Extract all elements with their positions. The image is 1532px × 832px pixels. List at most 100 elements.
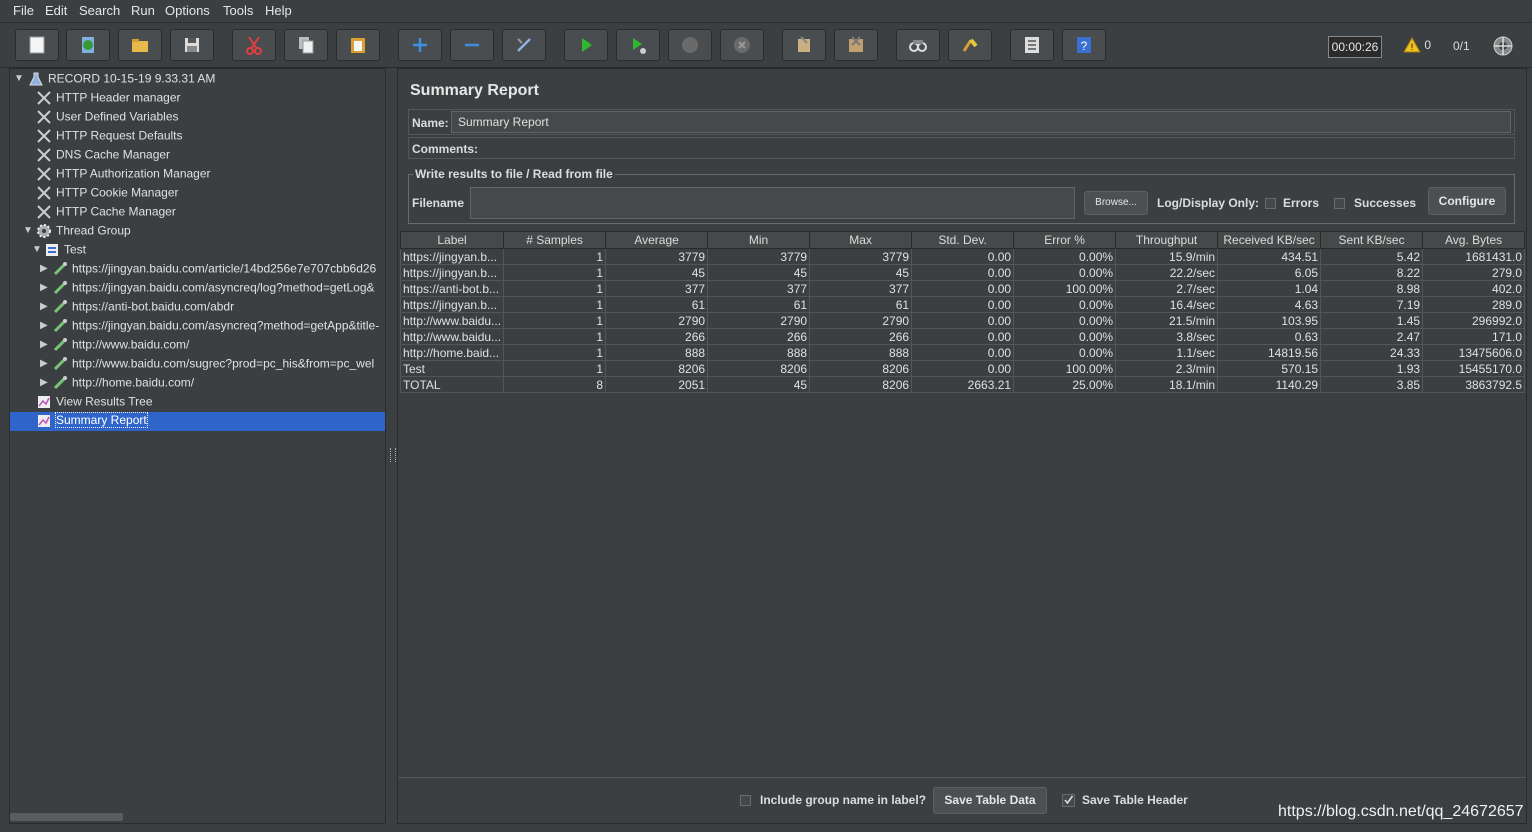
menu-search[interactable]: Search [79, 3, 120, 18]
tree-node-listener-selected[interactable]: Summary Report [36, 411, 148, 430]
collapse-arrow-icon[interactable]: ▼ [23, 225, 33, 236]
column-header[interactable]: Label [399, 231, 505, 249]
column-header[interactable]: Sent KB/sec [1320, 231, 1424, 249]
table-row[interactable]: https://jingyan.b... 1 3779 3779 3779 0.00 0.0… [399, 248, 1526, 265]
menu-options[interactable]: Options [165, 3, 210, 18]
table-cell: 24.33 [1320, 344, 1424, 361]
copy-button[interactable] [284, 29, 328, 61]
column-header[interactable]: Average [605, 231, 709, 249]
tree-node-listener[interactable]: View Results Tree [36, 392, 153, 411]
paste-button[interactable] [336, 29, 380, 61]
start-no-pauses-button[interactable] [616, 29, 660, 61]
tree-node-sampler[interactable]: https://jingyan.baidu.com/asyncreq?metho… [52, 316, 379, 335]
shutdown-button[interactable] [720, 29, 764, 61]
tree-node-root[interactable]: RECORD 10-15-19 9.33.31 AM [28, 69, 215, 88]
save-table-header-checkbox[interactable] [1062, 794, 1075, 807]
tree-node-config[interactable]: HTTP Request Defaults [36, 126, 183, 145]
tree-node-sampler[interactable]: http://www.baidu.com/ [52, 335, 189, 354]
collapse-arrow-icon[interactable]: ▼ [14, 73, 24, 84]
column-header[interactable]: Avg. Bytes [1422, 231, 1526, 249]
pipette-icon [53, 280, 67, 294]
warning-indicator[interactable]: ! 0 [1403, 36, 1431, 53]
split-pane-divider[interactable] [387, 68, 397, 824]
function-helper-button[interactable] [1010, 29, 1054, 61]
column-header[interactable]: Max [809, 231, 913, 249]
expand-arrow-icon[interactable]: ▶ [40, 358, 48, 369]
help-button[interactable]: ? [1062, 29, 1106, 61]
table-cell: 0.63 [1217, 328, 1322, 345]
name-input[interactable]: Summary Report [451, 111, 1511, 133]
save-button[interactable] [170, 29, 214, 61]
cut-button[interactable] [232, 29, 276, 61]
tree-node-label: HTTP Cache Manager [56, 204, 176, 219]
stop-button[interactable] [668, 29, 712, 61]
expand-arrow-icon[interactable]: ▶ [40, 263, 48, 274]
expand-all-button[interactable] [398, 29, 442, 61]
column-header[interactable]: Throughput [1115, 231, 1219, 249]
templates-button[interactable] [66, 29, 110, 61]
column-header[interactable]: Std. Dev. [911, 231, 1015, 249]
save-table-data-button[interactable]: Save Table Data [933, 787, 1047, 814]
column-header[interactable]: Min [707, 231, 811, 249]
table-row[interactable]: http://www.baidu... 1 266 266 266 0.00 0.00% 3.… [399, 328, 1526, 345]
clear-button[interactable] [782, 29, 826, 61]
tree-node-sampler[interactable]: https://jingyan.baidu.com/asyncreq/log?m… [52, 278, 375, 297]
tree-node-config[interactable]: HTTP Cache Manager [36, 202, 176, 221]
tree-node-sampler[interactable]: http://www.baidu.com/sugrec?prod=pc_his&… [52, 354, 374, 373]
comments-row[interactable]: Comments: [408, 137, 1515, 159]
tree-node-config[interactable]: DNS Cache Manager [36, 145, 170, 164]
tree-node-label: https://anti-bot.baidu.com/abdr [72, 299, 235, 314]
menu-edit[interactable]: Edit [45, 3, 67, 18]
expand-arrow-icon[interactable]: ▶ [40, 339, 48, 350]
tree-node-controller[interactable]: Test [44, 240, 86, 259]
menu-help[interactable]: Help [265, 3, 292, 18]
tree-node-sampler[interactable]: https://anti-bot.baidu.com/abdr [52, 297, 234, 316]
errors-checkbox[interactable] [1265, 198, 1276, 209]
table-cell: 14819.56 [1217, 344, 1322, 361]
expand-arrow-icon[interactable]: ▶ [40, 377, 48, 388]
collapse-arrow-icon[interactable]: ▼ [32, 244, 42, 255]
tree-node-sampler[interactable]: http://home.baidu.com/ [52, 373, 194, 392]
tree-node-thread-group[interactable]: Thread Group [36, 221, 131, 240]
paste-icon [351, 38, 365, 53]
start-button[interactable] [564, 29, 608, 61]
expand-arrow-icon[interactable]: ▶ [40, 282, 48, 293]
name-row: Name: Summary Report [408, 109, 1515, 135]
table-row[interactable]: TOTAL 8 2051 45 8206 2663.21 25.00% 18.1/min 114… [399, 376, 1526, 393]
open-button[interactable] [118, 29, 162, 61]
table-row[interactable]: https://jingyan.b... 1 45 45 45 0.00 0.00% 22.2… [399, 264, 1526, 281]
table-row[interactable]: https://jingyan.b... 1 61 61 61 0.00 0.00% 16.4… [399, 296, 1526, 313]
expand-arrow-icon[interactable]: ▶ [40, 301, 48, 312]
column-header[interactable]: Received KB/sec [1217, 231, 1322, 249]
table-row[interactable]: Test 1 8206 8206 8206 0.00 100.00% 2.3/min 570.1… [399, 360, 1526, 377]
table-row[interactable]: https://anti-bot.b... 1 377 377 377 0.00 100.0… [399, 280, 1526, 297]
configure-button[interactable]: Configure [1428, 187, 1506, 215]
browse-button[interactable]: Browse... [1084, 191, 1148, 215]
successes-checkbox[interactable] [1334, 198, 1345, 209]
tree-horizontal-scrollbar[interactable] [10, 813, 123, 821]
table-row[interactable]: http://home.baid... 1 888 888 888 0.00 0.00% 1.… [399, 344, 1526, 361]
tree-node-sampler[interactable]: https://jingyan.baidu.com/article/14bd25… [52, 259, 376, 278]
tree-node-config[interactable]: User Defined Variables [36, 107, 179, 126]
search-button[interactable] [896, 29, 940, 61]
table-row[interactable]: http://www.baidu... 1 2790 2790 2790 0.00 0.00… [399, 312, 1526, 329]
new-button[interactable] [15, 29, 59, 61]
clear-all-button[interactable] [834, 29, 878, 61]
toggle-button[interactable] [502, 29, 546, 61]
table-cell: 888 [605, 344, 709, 361]
menu-tools[interactable]: Tools [223, 3, 253, 18]
menu-run[interactable]: Run [131, 3, 155, 18]
tree-node-config[interactable]: HTTP Header manager [36, 88, 181, 107]
tree-node-config[interactable]: HTTP Authorization Manager [36, 164, 211, 183]
wrench-icon [37, 110, 51, 124]
column-header[interactable]: Error % [1013, 231, 1117, 249]
remote-status-icon[interactable] [1492, 35, 1514, 57]
expand-arrow-icon[interactable]: ▶ [40, 320, 48, 331]
column-header[interactable]: # Samples [503, 231, 607, 249]
include-group-checkbox[interactable] [740, 795, 751, 806]
collapse-all-button[interactable] [450, 29, 494, 61]
tree-node-config[interactable]: HTTP Cookie Manager [36, 183, 179, 202]
menu-file[interactable]: File [13, 3, 34, 18]
reset-search-button[interactable] [948, 29, 992, 61]
filename-input[interactable] [470, 187, 1075, 219]
